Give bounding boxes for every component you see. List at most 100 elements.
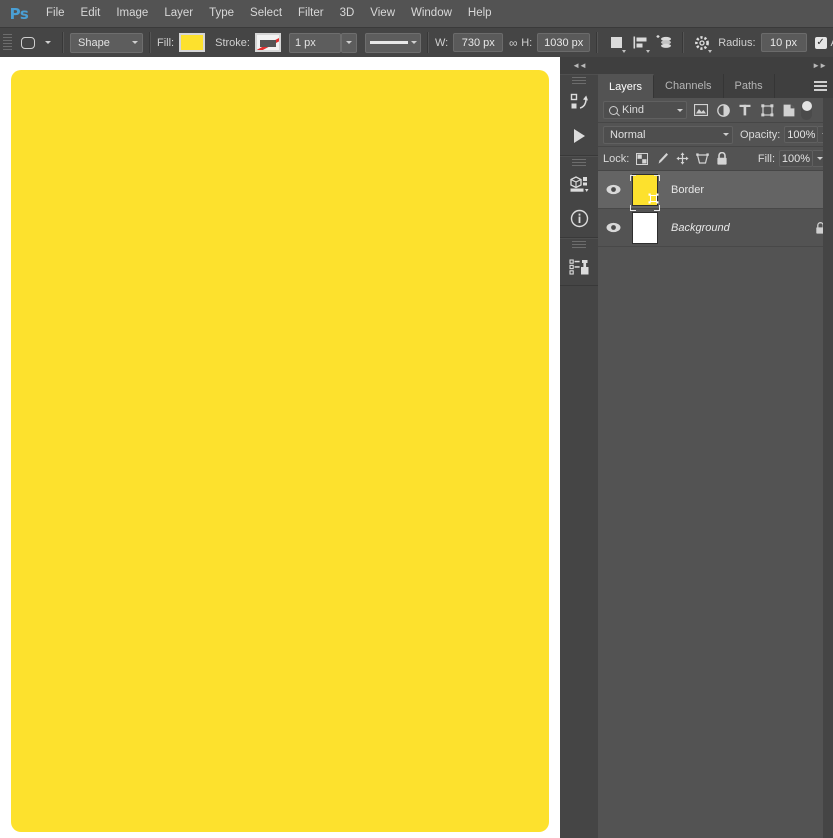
- menu-view[interactable]: View: [362, 0, 403, 27]
- dock-group-history-actions: [560, 74, 598, 156]
- tool-preset-picker[interactable]: [16, 32, 56, 54]
- radius-input[interactable]: 10 px: [760, 33, 807, 52]
- stroke-style-select[interactable]: [364, 32, 421, 53]
- menu-filter[interactable]: Filter: [290, 0, 332, 27]
- menu-help[interactable]: Help: [460, 0, 500, 27]
- tab-layers[interactable]: Layers: [598, 74, 655, 98]
- filter-type-icons: [691, 100, 799, 120]
- width-input[interactable]: 730 px: [453, 33, 504, 52]
- menu-3d[interactable]: 3D: [332, 0, 363, 27]
- dock-grip[interactable]: [572, 241, 586, 248]
- menu-edit[interactable]: Edit: [73, 0, 109, 27]
- layer-name[interactable]: Background: [664, 222, 807, 234]
- type-filter-icon[interactable]: [735, 100, 755, 120]
- panel-expand-arrows-icon[interactable]: ►►: [598, 57, 833, 74]
- panel-menu-icon[interactable]: [814, 74, 827, 98]
- divider: [596, 32, 599, 53]
- lock-all-icon[interactable]: [714, 150, 730, 168]
- info-panel-icon[interactable]: [560, 201, 598, 235]
- chevron-down-icon: [132, 41, 138, 44]
- tool-mode-select[interactable]: Shape: [70, 32, 143, 53]
- width-label: W:: [434, 36, 449, 49]
- filter-enable-toggle[interactable]: [801, 100, 812, 120]
- path-alignment-icon[interactable]: [628, 32, 652, 54]
- layer-thumbnail[interactable]: [626, 211, 664, 244]
- layer-visibility-toggle[interactable]: [600, 222, 626, 233]
- stroke-color-swatch[interactable]: [254, 33, 281, 52]
- actions-panel-icon[interactable]: [560, 119, 598, 153]
- dock-grip[interactable]: [572, 77, 586, 84]
- opacity-input[interactable]: 100%: [784, 126, 819, 143]
- stroke-width-chevron-down-icon[interactable]: [340, 32, 357, 53]
- eye-icon: [606, 222, 620, 233]
- menu-type[interactable]: Type: [201, 0, 242, 27]
- history-panel-icon[interactable]: [560, 85, 598, 119]
- layers-panel: ►► Layers Channels Paths Kind Normal Opa…: [598, 57, 833, 838]
- photoshop-window: Ps File Edit Image Layer Type Select Fil…: [0, 0, 833, 838]
- vector-mask-badge-icon: [648, 193, 659, 204]
- dock-collapse-arrows-icon[interactable]: ◄◄: [560, 57, 598, 74]
- blend-mode-select[interactable]: Normal: [603, 125, 733, 144]
- gear-icon[interactable]: [690, 32, 714, 54]
- lock-image-pixels-icon[interactable]: [654, 150, 670, 168]
- tab-channels[interactable]: Channels: [654, 74, 724, 98]
- opacity-label: Opacity:: [740, 128, 781, 141]
- menu-image[interactable]: Image: [108, 0, 156, 27]
- panel-tab-row: Layers Channels Paths: [598, 74, 833, 98]
- dock-group-3d-info: [560, 156, 598, 238]
- collapsed-panel-dock: ◄◄: [560, 57, 599, 838]
- no-stroke-icon: [256, 35, 279, 50]
- align-edges-checkbox[interactable]: ✓: [814, 36, 827, 49]
- chevron-down-icon: [677, 108, 683, 112]
- stroke-width-value: 1 px: [294, 36, 316, 49]
- height-label: H:: [521, 36, 533, 49]
- rounded-rectangle-tool-icon[interactable]: [16, 32, 40, 54]
- link-chain-icon[interactable]: ∞: [503, 36, 521, 50]
- menu-bar: Ps File Edit Image Layer Type Select Fil…: [0, 0, 833, 27]
- layer-list-empty-area: [598, 247, 833, 727]
- options-bar: Shape Fill: Stroke: 1 px W: 730 px ∞ H: …: [0, 27, 833, 58]
- table-row[interactable]: Background: [598, 209, 833, 247]
- pixel-thumbnail: [632, 211, 658, 244]
- shape-filter-icon[interactable]: [757, 100, 777, 120]
- smart-object-filter-icon[interactable]: [779, 100, 799, 120]
- search-icon: [609, 105, 618, 115]
- dock-grip[interactable]: [572, 159, 586, 166]
- blend-opacity-row: Normal Opacity: 100%: [598, 123, 833, 147]
- filter-kind-select[interactable]: Kind: [603, 101, 687, 119]
- solid-line-icon: [369, 41, 408, 44]
- 3d-panel-icon[interactable]: [560, 167, 598, 201]
- layer-thumbnail[interactable]: [626, 173, 664, 211]
- layer-name[interactable]: Border: [664, 184, 807, 196]
- lock-position-icon[interactable]: [674, 150, 690, 168]
- fill-input[interactable]: 100%: [779, 150, 813, 167]
- menu-layer[interactable]: Layer: [156, 0, 201, 27]
- lock-buttons: [634, 150, 730, 168]
- divider: [682, 32, 685, 53]
- path-arrangement-icon[interactable]: [652, 32, 676, 54]
- fill-label: Fill:: [157, 36, 175, 49]
- options-bar-grip[interactable]: [3, 33, 12, 52]
- menu-file[interactable]: File: [38, 0, 73, 27]
- lock-label: Lock:: [603, 152, 630, 165]
- fill-color-swatch[interactable]: [179, 33, 206, 52]
- lock-fill-row: Lock: Fill: 100%: [598, 147, 833, 171]
- lock-transparent-pixels-icon[interactable]: [634, 150, 650, 168]
- divider: [149, 32, 151, 53]
- document-canvas[interactable]: [0, 57, 560, 838]
- tab-paths[interactable]: Paths: [724, 74, 775, 98]
- table-row[interactable]: Border: [598, 171, 833, 211]
- layer-visibility-toggle[interactable]: [600, 184, 626, 195]
- path-operations-icon[interactable]: [604, 32, 628, 54]
- clone-source-panel-icon[interactable]: [560, 249, 598, 283]
- fill-label: Fill:: [757, 152, 775, 165]
- menu-window[interactable]: Window: [403, 0, 460, 27]
- menu-select[interactable]: Select: [242, 0, 290, 27]
- lock-artboard-icon[interactable]: [694, 150, 710, 168]
- stroke-width-field[interactable]: 1 px: [288, 32, 341, 53]
- height-input[interactable]: 1030 px: [537, 33, 591, 52]
- rounded-rectangle-shape[interactable]: [11, 70, 549, 832]
- adjustment-filter-icon[interactable]: [713, 100, 733, 120]
- tool-preset-chevron-down-icon[interactable]: [40, 32, 56, 54]
- pixel-filter-icon[interactable]: [691, 100, 711, 120]
